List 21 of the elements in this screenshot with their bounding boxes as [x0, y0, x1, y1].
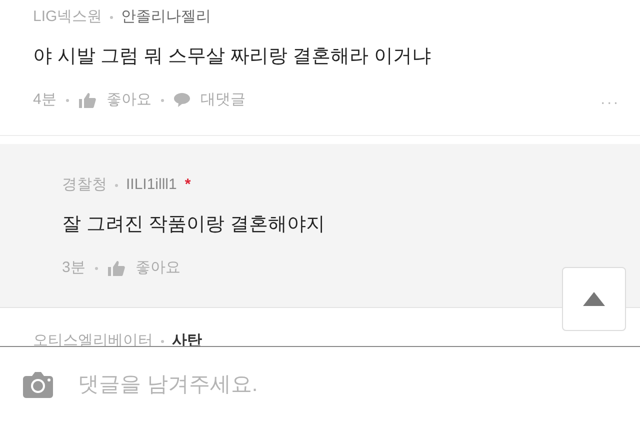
- comment-input-field[interactable]: 댓글을 남겨주세요.: [78, 368, 624, 400]
- reply-link[interactable]: 대댓글: [200, 89, 246, 112]
- company-name: 오티스엘리베이터: [33, 331, 153, 348]
- thumbs-up-icon[interactable]: [79, 92, 96, 108]
- comment-text: 잘 그려진 작품이랑 결혼해야지: [62, 213, 326, 237]
- nickname: IILI1illl1: [126, 175, 177, 195]
- thumbs-up-icon[interactable]: [108, 260, 126, 276]
- nickname: 안졸리나젤리: [121, 7, 212, 27]
- up-triangle-icon: [583, 292, 605, 306]
- scroll-top-button[interactable]: [562, 267, 626, 331]
- more-menu[interactable]: ...: [600, 88, 620, 112]
- like-link[interactable]: 좋아요: [135, 257, 180, 280]
- author-mark: *: [184, 175, 191, 195]
- like-link[interactable]: 좋아요: [106, 89, 152, 112]
- speech-bubble-icon[interactable]: [174, 93, 190, 108]
- time-ago: 4분: [33, 90, 56, 110]
- company-name: 경찰청: [62, 175, 107, 195]
- company-name: LIG넥스원: [33, 7, 102, 27]
- camera-icon[interactable]: [22, 370, 54, 398]
- time-ago: 3분: [62, 258, 86, 278]
- comment-text: 야 시발 그럼 뭐 스무살 짜리랑 결혼해라 이거냐: [33, 45, 432, 69]
